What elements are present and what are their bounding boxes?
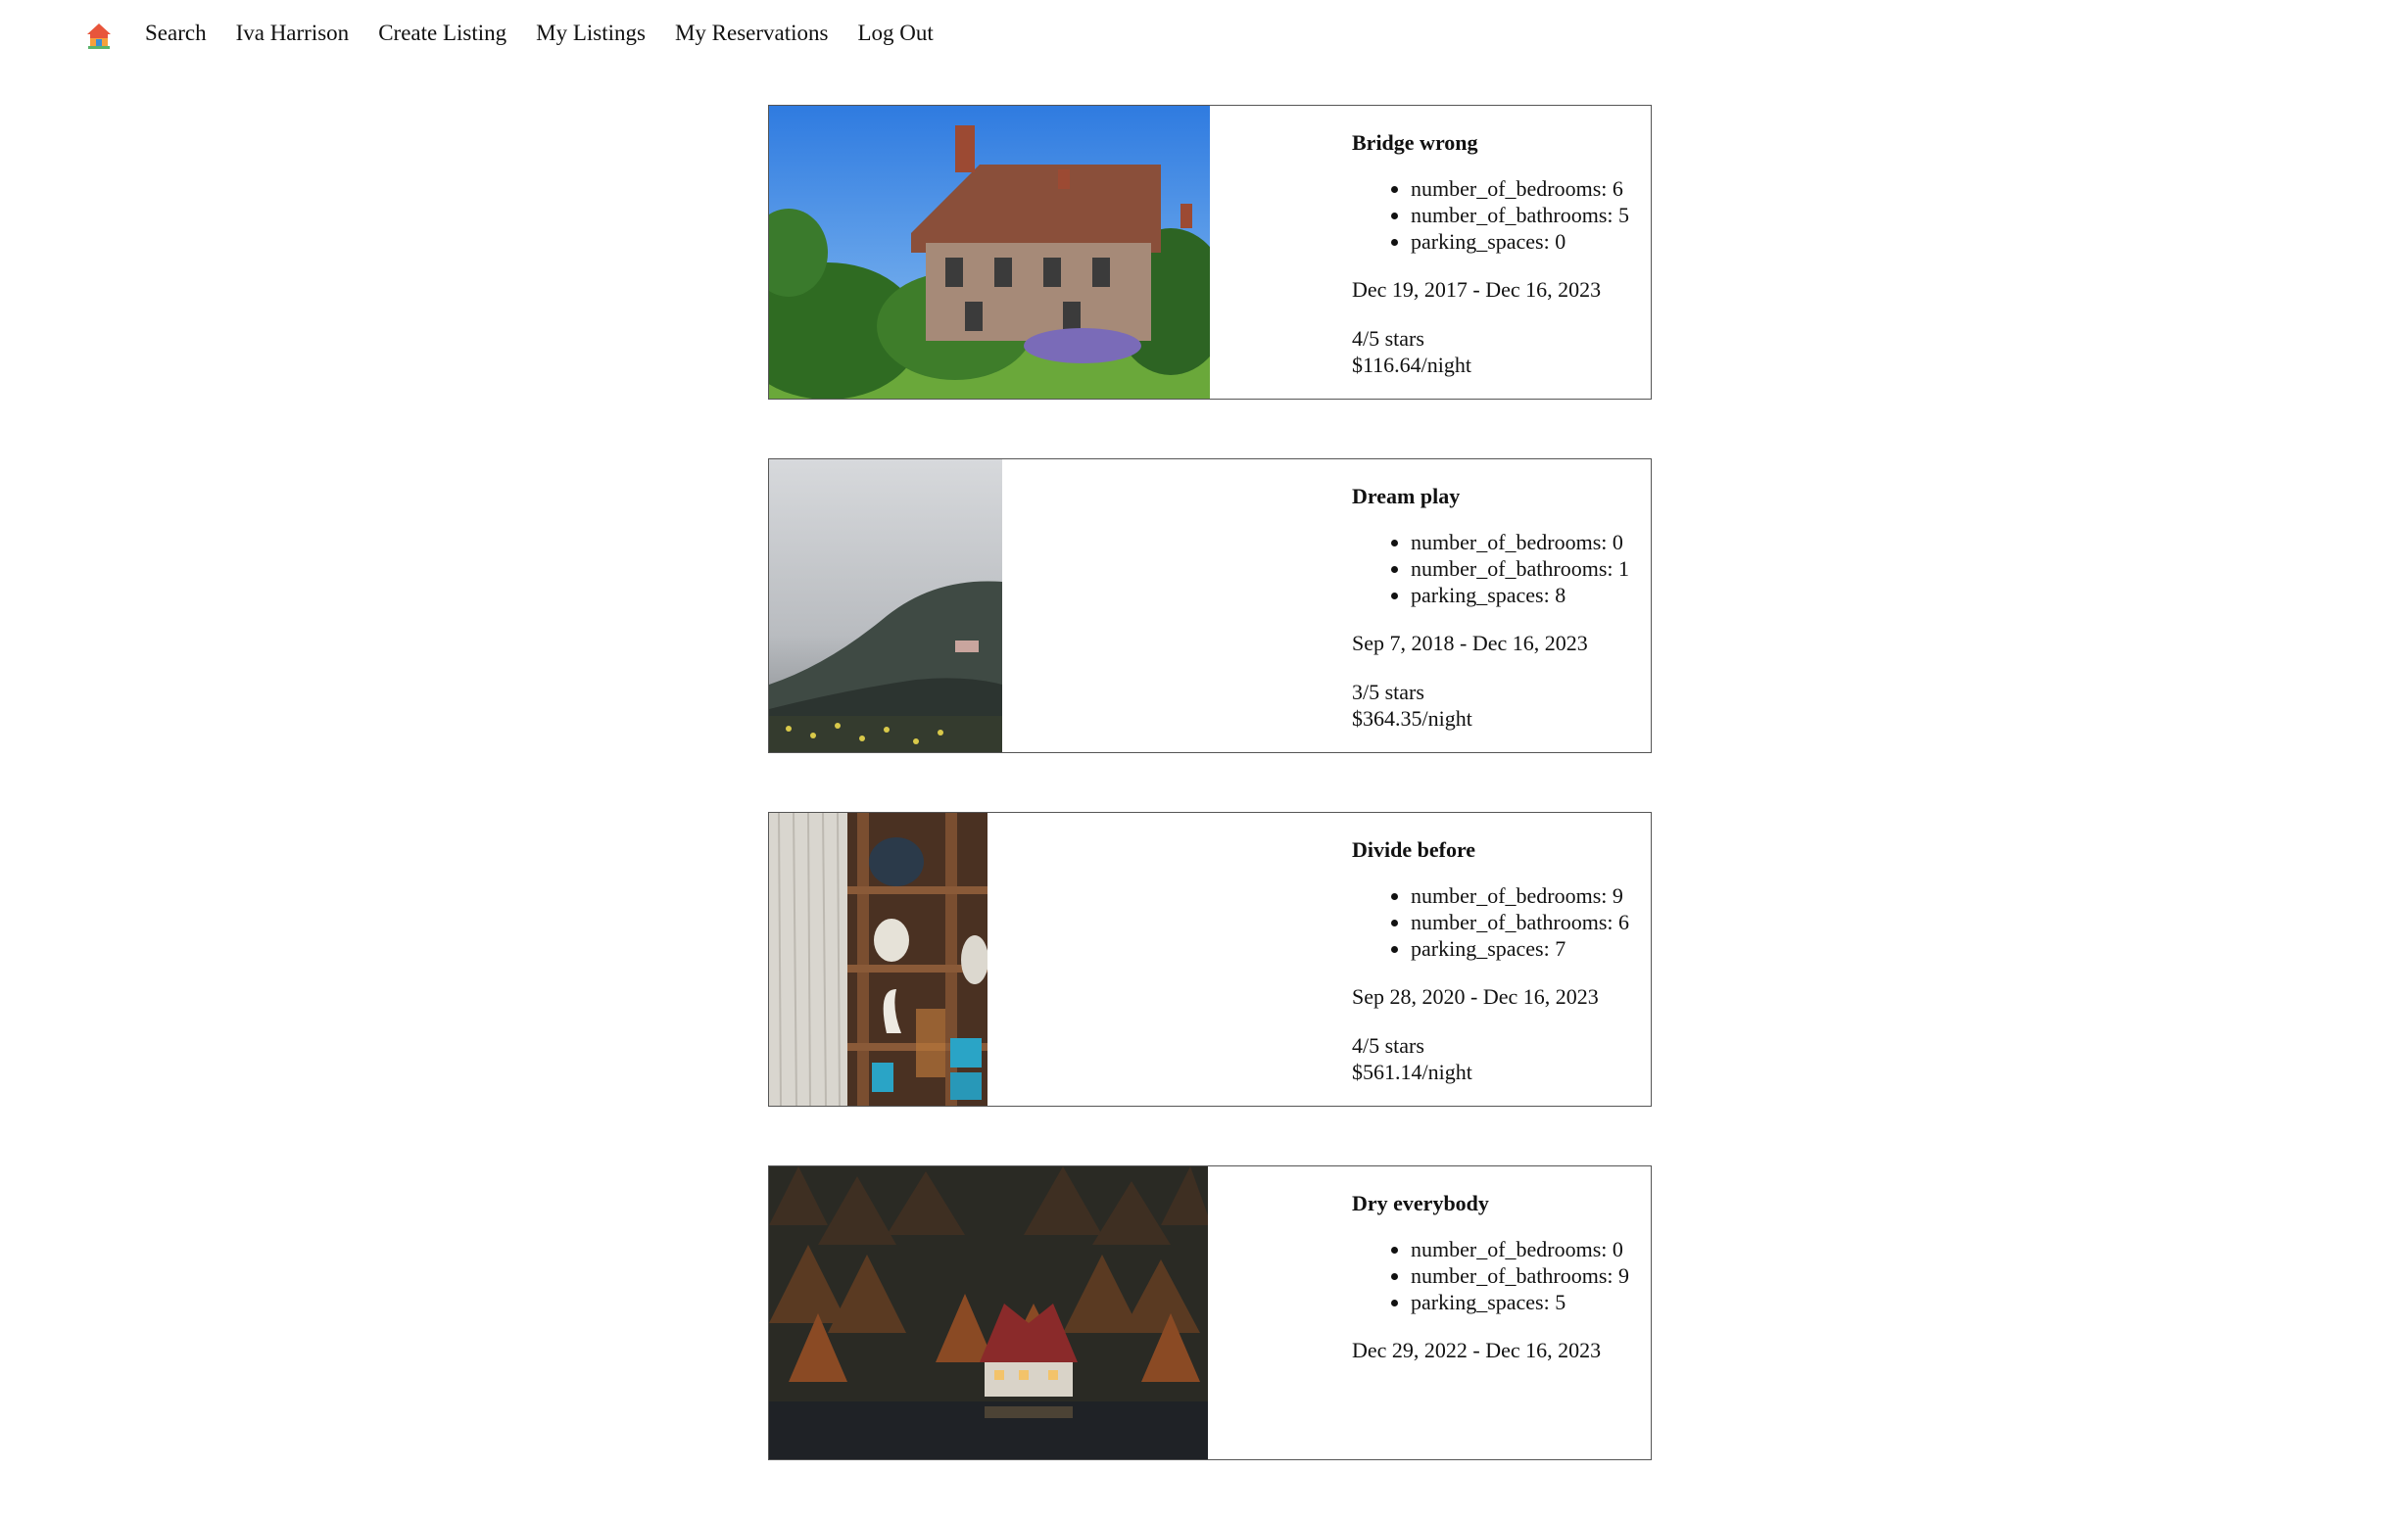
listing-attribute: parking_spaces: 0: [1411, 228, 1651, 255]
nav-my-reservations-link[interactable]: My Reservations: [675, 20, 829, 47]
listing-thumbnail: [769, 459, 1002, 752]
listing-price: $364.35/night: [1352, 706, 1472, 731]
listing-attribute: parking_spaces: 7: [1411, 935, 1651, 962]
listing-attribute: number_of_bedrooms: 9: [1411, 882, 1651, 909]
listing-thumbnail: [769, 1166, 1208, 1459]
listing-thumbnail: [769, 106, 1210, 399]
listing-info: Dream play number_of_bedrooms: 0 number_…: [1352, 479, 1651, 732]
listing-card[interactable]: Dream play number_of_bedrooms: 0 number_…: [768, 458, 1652, 753]
listing-dates: Dec 29, 2022 - Dec 16, 2023: [1352, 1338, 1602, 1362]
listing-info: Divide before number_of_bedrooms: 9 numb…: [1352, 832, 1651, 1085]
listing-dates: Sep 7, 2018 - Dec 16, 2023: [1352, 631, 1588, 655]
nav-links: Search Iva Harrison Create Listing My Li…: [145, 20, 963, 47]
listing-dates: Dec 19, 2017 - Dec 16, 2023: [1352, 277, 1602, 302]
listing-info: Dry everybody number_of_bedrooms: 0 numb…: [1352, 1186, 1651, 1386]
listing-attribute: number_of_bedrooms: 0: [1411, 529, 1651, 555]
listing-rating: 3/5 stars: [1352, 680, 1424, 704]
nav-search-link[interactable]: Search: [145, 20, 207, 47]
listing-attribute: parking_spaces: 8: [1411, 582, 1651, 608]
listing-attributes: number_of_bedrooms: 0 number_of_bathroom…: [1352, 1236, 1651, 1315]
listing-attributes: number_of_bedrooms: 0 number_of_bathroom…: [1352, 529, 1651, 608]
forest-house-photo: [769, 1166, 1208, 1459]
listing-attribute: number_of_bathrooms: 5: [1411, 202, 1651, 228]
listing-attribute: number_of_bathrooms: 9: [1411, 1262, 1651, 1289]
listings-list: Bridge wrong number_of_bedrooms: 6 numbe…: [768, 105, 1652, 1519]
nav-my-listings-link[interactable]: My Listings: [536, 20, 646, 47]
listing-attributes: number_of_bedrooms: 6 number_of_bathroom…: [1352, 175, 1651, 255]
listing-card[interactable]: Divide before number_of_bedrooms: 9 numb…: [768, 812, 1652, 1107]
interior-shelves-photo: [769, 813, 987, 1106]
listing-title: Bridge wrong: [1352, 130, 1478, 155]
listing-thumbnail: [769, 813, 987, 1106]
top-nav: Search Iva Harrison Create Listing My Li…: [0, 0, 2408, 69]
listing-title: Dream play: [1352, 484, 1461, 508]
foggy-coast-photo: [769, 459, 1002, 752]
listing-rating: 4/5 stars: [1352, 326, 1424, 351]
listing-dates: Sep 28, 2020 - Dec 16, 2023: [1352, 984, 1599, 1009]
listing-card[interactable]: Dry everybody number_of_bedrooms: 0 numb…: [768, 1165, 1652, 1460]
listing-attribute: number_of_bedrooms: 6: [1411, 175, 1651, 202]
nav-logout-link[interactable]: Log Out: [857, 20, 933, 47]
listing-attribute: number_of_bedrooms: 0: [1411, 1236, 1651, 1262]
listing-price: $116.64/night: [1352, 353, 1472, 377]
listing-attribute: parking_spaces: 5: [1411, 1289, 1651, 1315]
listing-attribute: number_of_bathrooms: 6: [1411, 909, 1651, 935]
nav-create-listing-link[interactable]: Create Listing: [378, 20, 506, 47]
listing-attributes: number_of_bedrooms: 9 number_of_bathroom…: [1352, 882, 1651, 962]
listing-title: Dry everybody: [1352, 1191, 1489, 1215]
listing-rating: 4/5 stars: [1352, 1033, 1424, 1058]
listing-info: Bridge wrong number_of_bedrooms: 6 numbe…: [1352, 125, 1651, 378]
listing-attribute: number_of_bathrooms: 1: [1411, 555, 1651, 582]
cottage-photo: [769, 106, 1210, 399]
nav-user-link[interactable]: Iva Harrison: [236, 20, 350, 47]
listing-title: Divide before: [1352, 837, 1476, 862]
home-icon[interactable]: [86, 22, 112, 49]
listing-price: $561.14/night: [1352, 1060, 1472, 1084]
listing-card[interactable]: Bridge wrong number_of_bedrooms: 6 numbe…: [768, 105, 1652, 400]
